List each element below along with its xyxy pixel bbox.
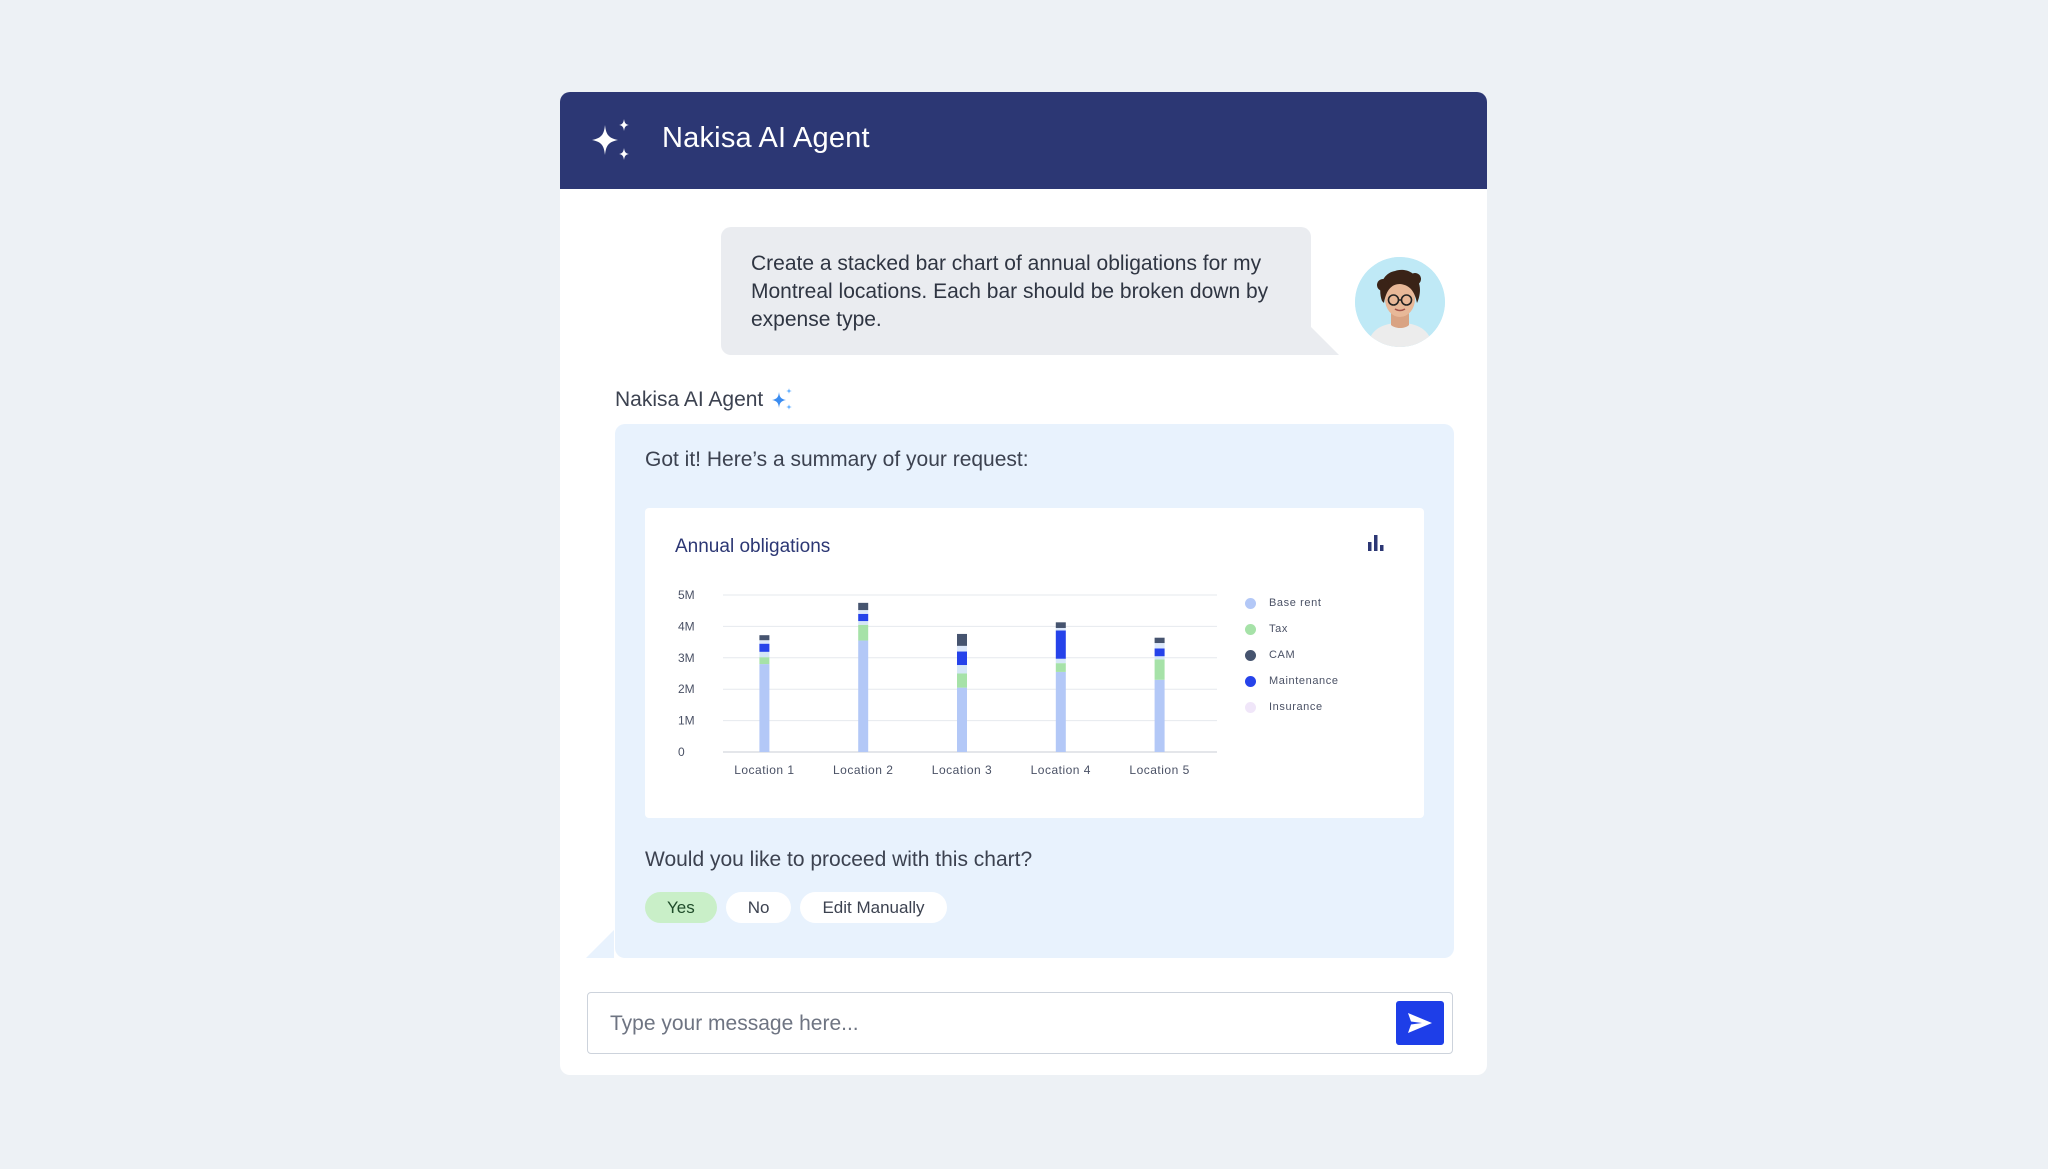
legend-swatch: [1245, 597, 1256, 609]
bar-segment: [957, 687, 967, 752]
bar-segment: [858, 624, 869, 641]
bar-segment: [1154, 656, 1165, 660]
y-tick-label: 4M: [678, 619, 695, 633]
bar-segment: [1154, 637, 1165, 644]
bar-segment: [1154, 679, 1165, 752]
bar-segment: [759, 635, 770, 641]
bar-segment: [858, 621, 869, 625]
bar-segment: [858, 610, 869, 614]
chat-header: Nakisa AI Agent: [560, 92, 1487, 189]
bar-segment: [1055, 630, 1066, 659]
x-tick-label: Location 1: [734, 763, 794, 777]
legend-label: Maintenance: [1269, 675, 1339, 687]
bar-segment: [1154, 648, 1165, 657]
legend-item: CAM: [1245, 642, 1339, 668]
bar-segment: [957, 645, 967, 652]
send-icon: [1408, 1013, 1432, 1033]
bar-segment: [1055, 671, 1066, 752]
legend-swatch: [1245, 649, 1256, 661]
user-bubble-tail: [1311, 327, 1339, 355]
yes-button[interactable]: Yes: [645, 892, 717, 923]
agent-bubble-tail: [586, 930, 614, 958]
bar-segment: [1055, 622, 1066, 628]
bar-segment: [858, 602, 869, 611]
bar-segment: [759, 640, 770, 644]
legend-item: Maintenance: [1245, 668, 1339, 694]
bar-segment: [957, 665, 967, 674]
bar-segment: [858, 613, 869, 622]
send-button[interactable]: [1396, 1001, 1444, 1045]
agent-name-text: Nakisa AI Agent: [615, 388, 764, 411]
y-tick-label: 3M: [678, 651, 695, 665]
legend-swatch: [1245, 675, 1256, 687]
bar-segment: [858, 640, 869, 752]
x-tick-label: Location 4: [1031, 763, 1091, 777]
bar-segment: [957, 651, 967, 666]
legend-label: Base rent: [1269, 597, 1322, 609]
legend-swatch: [1245, 701, 1256, 713]
message-input[interactable]: [608, 1005, 1392, 1043]
legend-swatch: [1245, 623, 1256, 635]
no-button[interactable]: No: [725, 892, 792, 923]
sparkle-icon: [772, 388, 793, 410]
proceed-question: Would you like to proceed with this char…: [645, 848, 1033, 871]
user-message-bubble: Create a stacked bar chart of annual obl…: [721, 227, 1311, 355]
y-tick-label: 0: [678, 745, 685, 759]
bar-segment: [759, 651, 770, 658]
bar-segment: [759, 643, 770, 652]
agent-response-card: Got it! Here’s a summary of your request…: [615, 424, 1454, 958]
sparkle-logo-icon: [592, 119, 629, 160]
legend-item: Insurance: [1245, 694, 1339, 720]
legend-item: Base rent: [1245, 590, 1339, 616]
choice-buttons: Yes No Edit Manually: [645, 892, 947, 923]
bar-segment: [1055, 627, 1066, 631]
x-tick-label: Location 5: [1129, 763, 1189, 777]
x-tick-label: Location 2: [833, 763, 893, 777]
legend-label: CAM: [1269, 649, 1296, 661]
agent-name-label: Nakisa AI Agent: [615, 388, 795, 412]
chart-legend: Base rent Tax CAM Maintenance Insurance: [1245, 590, 1339, 720]
bar-segment: [957, 633, 967, 646]
bar-segment: [1154, 643, 1165, 649]
edit-manually-button[interactable]: Edit Manually: [800, 892, 947, 923]
y-tick-label: 2M: [678, 682, 695, 696]
message-input-box: [587, 992, 1453, 1054]
header-title: Nakisa AI Agent: [662, 122, 870, 154]
user-avatar: [1355, 257, 1445, 347]
y-tick-label: 1M: [678, 714, 695, 728]
bar-segment: [1055, 658, 1066, 664]
bar-segment: [1154, 659, 1165, 680]
chart-card: Annual obligations 0 1M 2M 3M 4M 5M Location 1…: [645, 508, 1424, 818]
agent-summary-text: Got it! Here’s a summary of your request…: [645, 448, 1029, 471]
x-tick-label: Location 3: [932, 763, 992, 777]
bar-segment: [759, 657, 770, 665]
bar-segment: [1055, 663, 1066, 672]
bar-segment: [759, 664, 770, 752]
legend-label: Insurance: [1269, 701, 1323, 713]
y-tick-label: 5M: [678, 588, 695, 602]
bar-segment: [957, 673, 967, 688]
chat-window: Nakisa AI Agent Create a stacked bar cha…: [560, 92, 1487, 1075]
legend-item: Tax: [1245, 616, 1339, 642]
legend-label: Tax: [1269, 623, 1288, 635]
